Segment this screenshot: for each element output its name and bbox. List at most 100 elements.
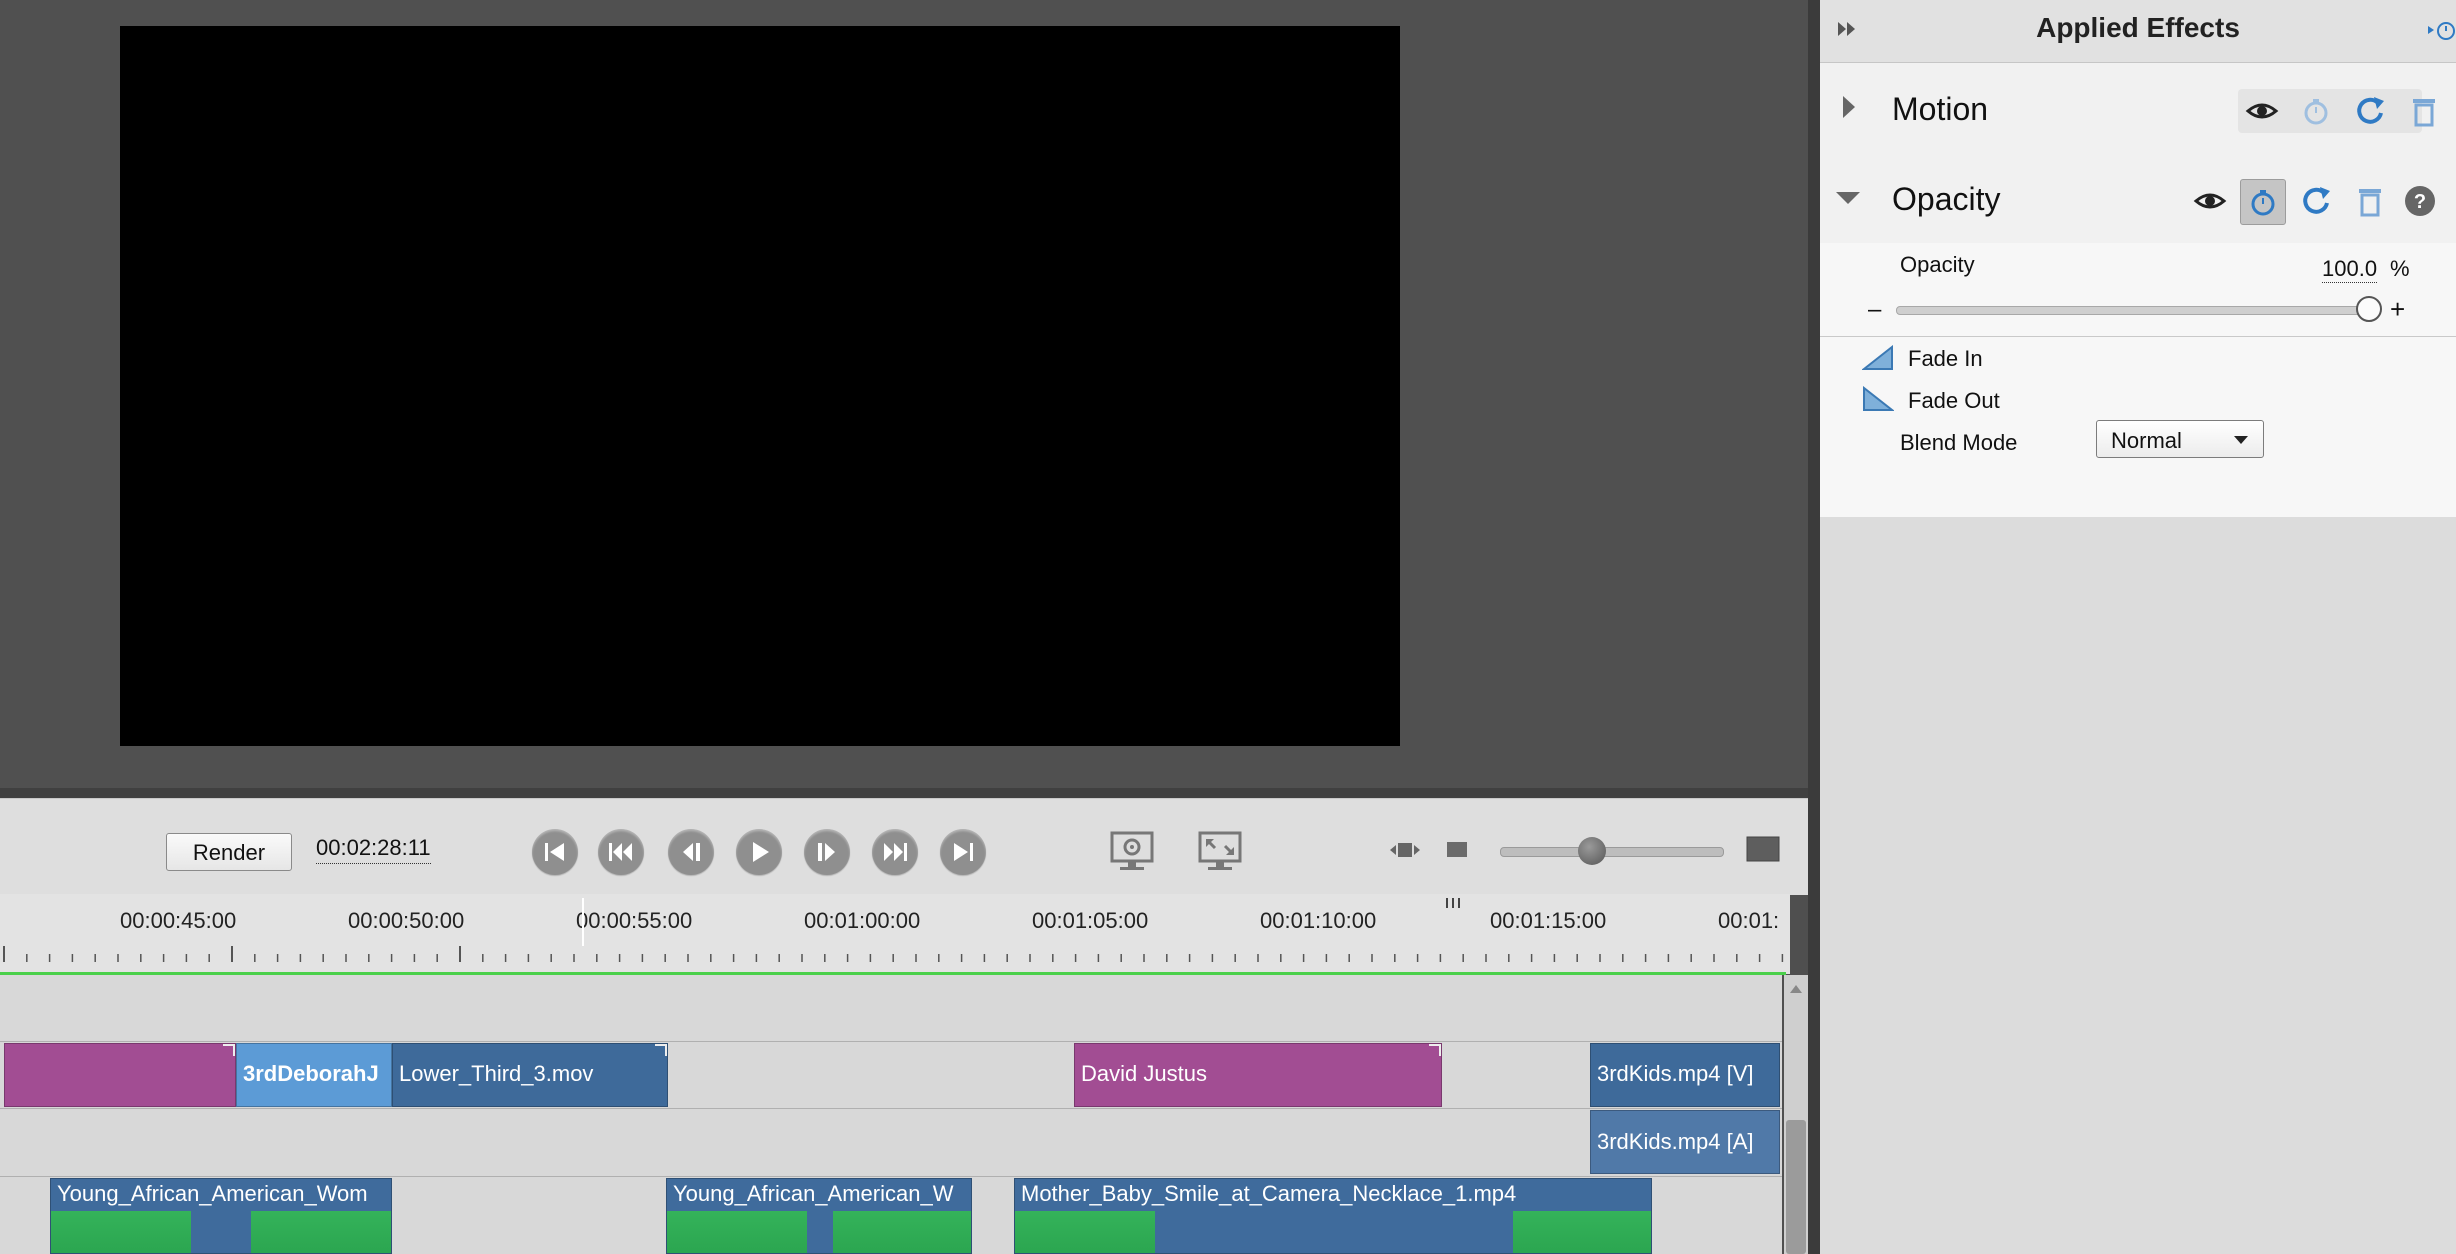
video-track: Young_African_American_Wom Young_African… [0,1176,1782,1254]
empty-track [0,975,1782,1042]
rewind-icon [609,843,632,861]
clip-label: Young_African_American_W [673,1181,954,1206]
go-to-start-button[interactable] [532,829,578,875]
timeline-clip[interactable]: Lower_Third_3.mov [392,1043,668,1107]
video-preview[interactable] [120,26,1400,746]
fade-in-label: Fade In [1908,346,1983,371]
keyframe-stopwatch-icon[interactable] [2243,182,2283,222]
delete-icon[interactable] [2404,91,2444,131]
time-ruler[interactable]: 00:00:45:00 00:00:50:00 00:00:55:00 00:0… [0,894,1790,974]
timeline-clip[interactable]: 3rdKids.mp4 [A] [1590,1110,1780,1174]
dropdown-arrow-icon [2234,436,2248,444]
next-edit-button[interactable] [872,829,918,875]
slider-plus[interactable]: + [2390,294,2405,325]
opacity-property-label: Opacity [1900,252,1975,277]
fade-out-row[interactable]: Fade Out [1820,378,2456,420]
audio-track: 3rdKids.mp4 [A] [0,1108,1782,1177]
opacity-slider[interactable] [1896,306,2372,315]
delete-icon[interactable] [2350,181,2390,221]
opacity-value[interactable]: 100.0 [2322,256,2378,283]
clip-label: Young_African_American_Wom [57,1181,368,1206]
applied-effects-panel: Applied Effects Motion Opacity ? Opacity… [1820,0,2456,1254]
clip-thumbnail [1015,1211,1155,1253]
monitor-divider[interactable] [0,788,1808,798]
expand-screen-icon [1198,831,1242,870]
clip-label: David Justus [1081,1061,1207,1086]
fast-forward-icon [884,843,907,861]
svg-text:?: ? [2414,191,2426,213]
reset-icon[interactable] [2296,181,2336,221]
timeline-clip[interactable]: 3rdKids.mp4 [V] [1590,1043,1780,1107]
clip-label: Lower_Third_3.mov [399,1061,594,1086]
panel-splitter[interactable] [1808,0,1820,1254]
opacity-unit: % [2390,256,2410,281]
visibility-eye-icon[interactable] [2190,181,2230,221]
current-timecode[interactable]: 00:02:28:11 [316,835,431,864]
program-monitor [0,0,1808,788]
render-button[interactable]: Render [166,833,292,871]
timeline-tracks[interactable]: 3rdDeborahJ Lower_Third_3.mov David Just… [0,975,1782,1254]
timeline-clip[interactable]: 3rdDeborahJ [236,1043,392,1107]
step-back-button[interactable] [668,829,714,875]
zoom-out-icon[interactable] [1446,839,1468,861]
timeline-clip[interactable]: David Justus [1074,1043,1442,1107]
fade-in-row[interactable]: Fade In [1820,336,2456,380]
timeline-clip[interactable]: Young_African_American_Wom [50,1178,392,1254]
timeline-clip[interactable]: Young_African_American_W [666,1178,972,1254]
fullscreen-button[interactable] [1196,829,1244,873]
effect-title: Motion [1892,91,1989,127]
ruler-label: 00:00:55:00 [576,908,693,933]
clip-label: Mother_Baby_Smile_at_Camera_Necklace_1.m… [1021,1181,1517,1206]
zoom-slider-knob[interactable] [1578,837,1606,865]
title-track: 3rdDeborahJ Lower_Third_3.mov David Just… [0,1041,1782,1109]
scrollbar-thumb[interactable] [1786,1120,1806,1254]
opacity-slider-knob[interactable] [2356,296,2382,322]
visibility-eye-icon[interactable] [2242,91,2282,131]
effect-motion[interactable]: Motion [1820,63,2456,154]
clip-thumbnail [833,1211,971,1253]
collapse-arrow-icon[interactable] [1834,189,1862,207]
clip-thumbnail [251,1211,391,1253]
timeline-clip[interactable] [4,1043,236,1107]
help-icon[interactable]: ? [2400,181,2440,221]
fade-in-icon [1862,345,1893,370]
previous-edit-button[interactable] [598,829,644,875]
zoom-in-icon[interactable] [1746,835,1780,865]
work-area-marker[interactable] [1444,898,1464,910]
go-to-start-icon [545,843,564,861]
clip-label: 3rdKids.mp4 [A] [1597,1129,1754,1154]
ruler-label: 00:01:10:00 [1260,908,1377,933]
timeline-clip[interactable]: Mother_Baby_Smile_at_Camera_Necklace_1.m… [1014,1178,1652,1254]
playhead-line[interactable] [580,898,586,946]
clip-thumbnail [1513,1211,1651,1253]
keyframe-stopwatch-icon[interactable] [2296,91,2336,131]
effect-title: Opacity [1892,181,2001,217]
expand-arrow-icon[interactable] [1840,94,1858,120]
zoom-to-fit-icon[interactable] [1388,835,1422,865]
scroll-up-icon[interactable] [1788,983,1804,995]
clip-label: 3rdKids.mp4 [V] [1597,1061,1754,1086]
play-button[interactable] [736,829,782,875]
slider-minus[interactable]: – [1868,296,1881,324]
fade-out-icon [1863,386,1894,411]
step-forward-icon [818,843,835,861]
timeline-zoom-slider[interactable] [1500,847,1724,857]
go-to-end-button[interactable] [940,829,986,875]
clip-label: 3rdDeborahJ [243,1061,379,1086]
blend-mode-dropdown[interactable]: Normal [2096,420,2264,458]
panel-title: Applied Effects [2036,12,2240,43]
effect-stopwatch-icon[interactable] [2426,16,2456,44]
step-back-icon [683,843,700,861]
blend-mode-label: Blend Mode [1900,430,2018,455]
ruler-label: 00:00:50:00 [348,908,465,933]
clip-thumbnail [51,1211,191,1253]
transport-bar: Render 00:02:28:11 [0,798,1808,895]
reset-icon[interactable] [2350,91,2390,131]
clip-thumbnail [667,1211,807,1253]
go-to-end-icon [954,843,973,861]
step-forward-button[interactable] [804,829,850,875]
ruler-label: 00:01:05:00 [1032,908,1149,933]
effect-opacity[interactable]: Opacity ? [1820,153,2456,244]
monitor-settings-button[interactable] [1108,829,1156,873]
ruler-label: 00:01:00:00 [804,908,921,933]
